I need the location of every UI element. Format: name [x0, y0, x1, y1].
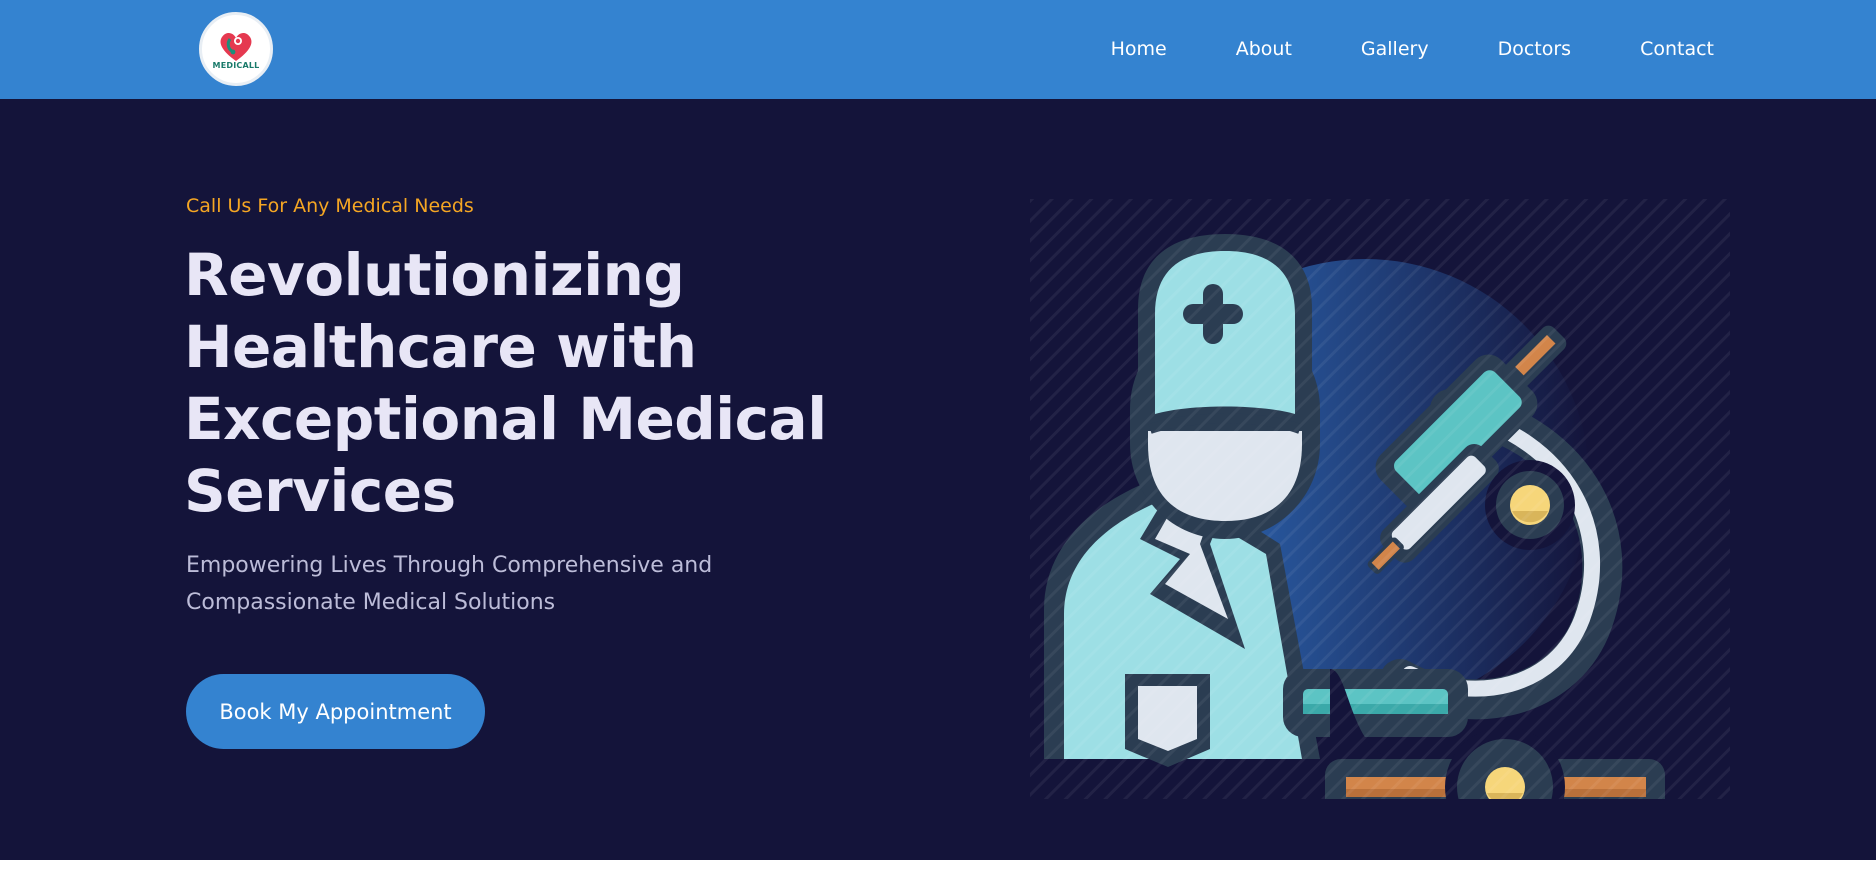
brand-logo[interactable]: MEDICALL: [199, 12, 273, 86]
heart-stethoscope-icon: [220, 32, 252, 61]
hero-headline: Revolutionizing Healthcare with Exceptio…: [184, 241, 827, 525]
hero-section: Call Us For Any Medical Needs Revolution…: [0, 99, 1876, 860]
nav-item-about[interactable]: About: [1236, 0, 1292, 99]
logo-text: MEDICALL: [212, 60, 260, 70]
nav-item-gallery[interactable]: Gallery: [1361, 0, 1429, 99]
nav-item-doctors[interactable]: Doctors: [1498, 0, 1572, 99]
navbar: MEDICALL Home About Gallery Doctors Cont…: [0, 0, 1876, 112]
hero-tagline: Call Us For Any Medical Needs: [186, 195, 474, 217]
book-appointment-button[interactable]: Book My Appointment: [186, 674, 485, 749]
doctor-microscope-illustration: [1030, 199, 1730, 799]
nav-item-home[interactable]: Home: [1111, 0, 1167, 112]
nav-menu: Home About Gallery Doctors Contact: [1042, 0, 1714, 112]
hero-subtitle: Empowering Lives Through Comprehensive a…: [186, 553, 713, 615]
nav-item-contact[interactable]: Contact: [1640, 0, 1714, 99]
